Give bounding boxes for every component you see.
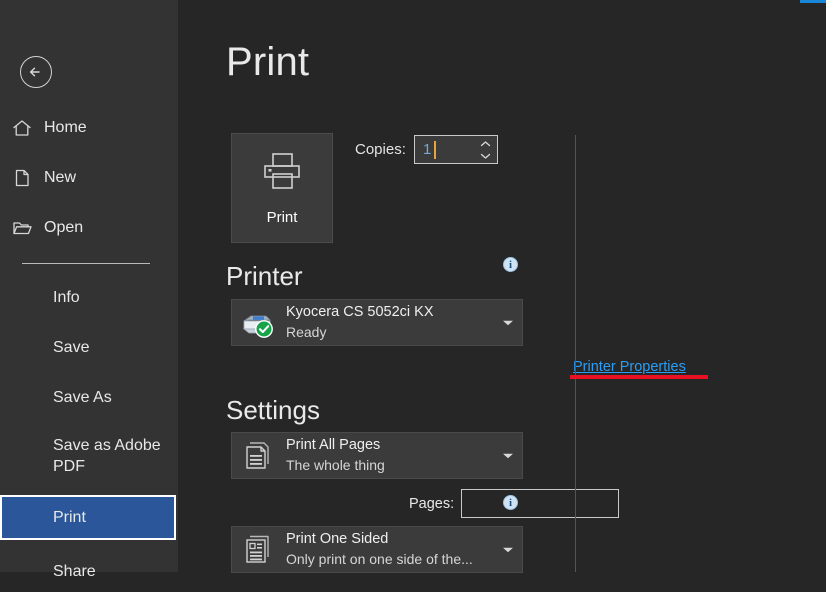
- print-range-text: Print All Pages The whole thing: [286, 436, 494, 474]
- sidebar-divider: [22, 263, 150, 264]
- print-sided-select[interactable]: Print One Sided Only print on one side o…: [231, 526, 523, 573]
- settings-section-heading: Settings: [226, 395, 320, 426]
- print-button-label: Print: [267, 209, 298, 226]
- sidebar-item-label: Info: [53, 289, 80, 307]
- sidebar-item-label: Open: [44, 219, 83, 237]
- printer-status: Ready: [286, 323, 494, 342]
- new-document-icon: [0, 167, 44, 189]
- sidebar-item-label: Print: [53, 509, 86, 527]
- printer-properties-link[interactable]: Printer Properties: [573, 359, 686, 375]
- sidebar-item-label: Save as Adobe PDF: [53, 436, 163, 478]
- window-accent-bar: [800, 0, 826, 3]
- backstage-sidebar: Home New Open Info Save Save As Save as: [0, 0, 178, 572]
- sidebar-item-home[interactable]: Home: [0, 108, 178, 148]
- all-pages-icon: [232, 439, 286, 473]
- copies-stepper[interactable]: 1: [414, 135, 498, 164]
- print-sided-subtitle: Only print on one side of the...: [286, 550, 494, 569]
- pages-label: Pages:: [409, 496, 454, 512]
- copies-increment-button[interactable]: [479, 138, 491, 149]
- info-icon[interactable]: i: [503, 257, 518, 272]
- sidebar-item-label: New: [44, 169, 76, 187]
- chevron-down-icon[interactable]: [494, 452, 522, 460]
- sidebar-item-label: Save: [53, 339, 89, 357]
- one-sided-icon: [232, 533, 286, 567]
- printer-section-heading: Printer: [226, 261, 303, 292]
- print-sided-text: Print One Sided Only print on one side o…: [286, 530, 494, 568]
- sidebar-item-save-as-adobe-pdf[interactable]: Save as Adobe PDF: [0, 428, 178, 492]
- print-range-title: Print All Pages: [286, 436, 494, 456]
- print-sided-title: Print One Sided: [286, 530, 494, 550]
- preview-divider: [575, 135, 576, 572]
- sidebar-item-label: Share: [53, 563, 96, 581]
- printer-select-text: Kyocera CS 5052ci KX Ready: [286, 303, 494, 341]
- printer-ready-icon: [232, 307, 286, 339]
- copies-input[interactable]: 1: [423, 141, 431, 158]
- sidebar-item-print[interactable]: Print: [0, 495, 176, 540]
- print-button[interactable]: Print: [231, 133, 333, 243]
- sidebar-item-save[interactable]: Save: [0, 328, 178, 368]
- chevron-down-icon[interactable]: [494, 319, 522, 327]
- chevron-down-icon[interactable]: [494, 546, 522, 554]
- sidebar-item-label: Home: [44, 119, 87, 137]
- annotation-underline: [570, 375, 708, 379]
- print-range-subtitle: The whole thing: [286, 456, 494, 475]
- printer-name: Kyocera CS 5052ci KX: [286, 303, 494, 323]
- page-title: Print: [226, 40, 309, 85]
- copies-decrement-button[interactable]: [479, 150, 491, 161]
- sidebar-item-save-as[interactable]: Save As: [0, 378, 178, 418]
- sidebar-item-new[interactable]: New: [0, 158, 178, 198]
- sidebar-item-share[interactable]: Share: [0, 552, 178, 592]
- sidebar-item-open[interactable]: Open: [0, 208, 178, 248]
- sidebar-item-info[interactable]: Info: [0, 278, 178, 318]
- open-folder-icon: [0, 217, 44, 239]
- printer-select[interactable]: Kyocera CS 5052ci KX Ready: [231, 299, 523, 346]
- sidebar-item-label: Save As: [53, 389, 112, 407]
- back-button[interactable]: [20, 56, 52, 88]
- printer-icon: [259, 150, 305, 197]
- copies-label: Copies:: [355, 141, 406, 158]
- home-icon: [0, 117, 44, 139]
- print-range-select[interactable]: Print All Pages The whole thing: [231, 432, 523, 479]
- info-icon[interactable]: i: [503, 495, 518, 510]
- pages-input[interactable]: [461, 489, 619, 518]
- print-pane: Print Print Copies: 1 Printer i: [178, 0, 826, 572]
- text-caret: [434, 141, 436, 159]
